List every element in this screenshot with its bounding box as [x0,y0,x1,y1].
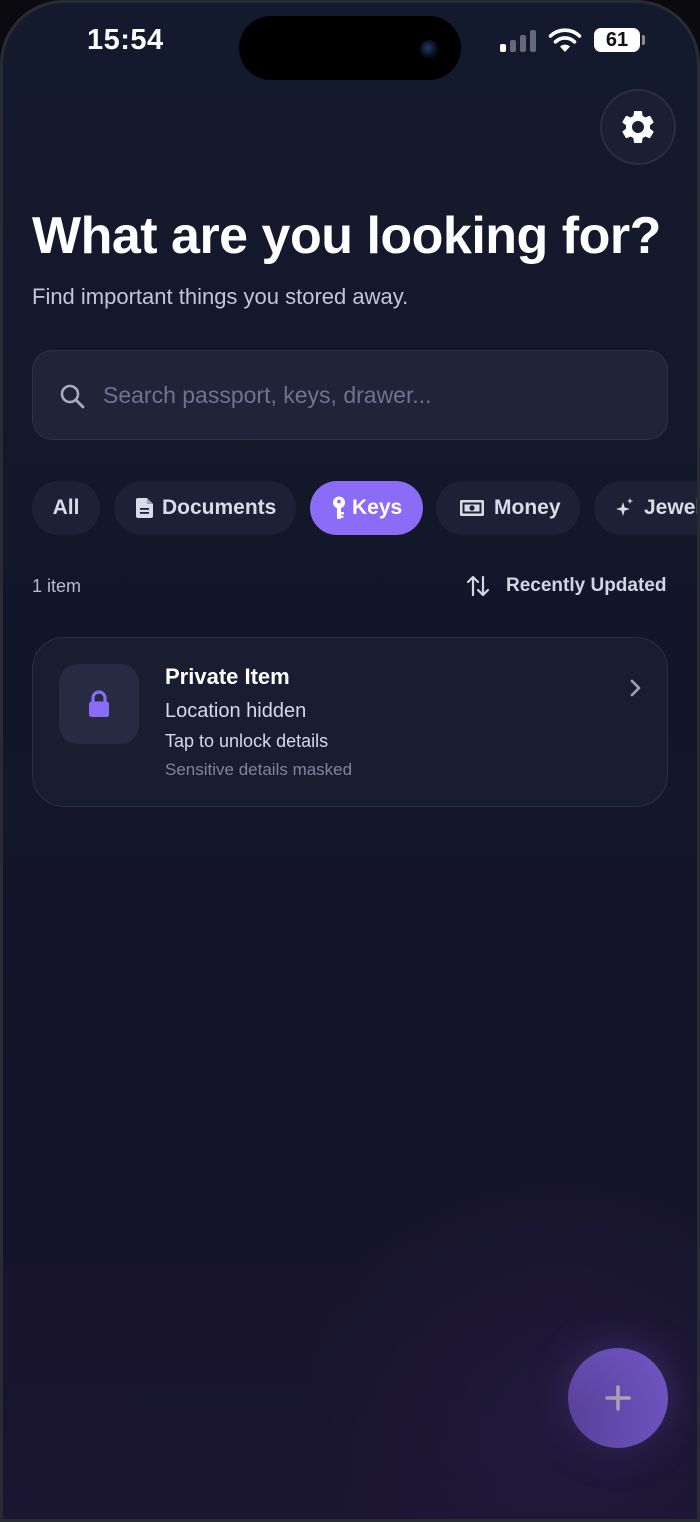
banknote-icon [460,500,484,516]
phone-frame: 15:54 61 What are you looking for? Find … [0,0,700,1522]
filter-chip-money[interactable]: Money [436,481,580,535]
status-bar: 15:54 61 [0,0,700,84]
document-icon [136,498,154,518]
item-privacy-note: Sensitive details masked [165,760,353,779]
item-thumbnail [59,664,139,744]
filter-chip-label: All [52,496,80,519]
cellular-signal-icon [500,30,538,52]
filter-chip-label: Money [494,496,561,519]
category-filter-bar: All Documents Keys Money Jewel [0,481,700,535]
item-card[interactable]: Private Item Location hidden Tap to unlo… [32,637,668,807]
page-subtitle: Find important things you stored away. [32,284,409,309]
sort-arrows-icon [466,575,490,597]
key-icon [332,496,346,520]
battery-tip [642,35,645,45]
item-location: Location hidden [165,700,307,722]
result-count: 1 item [32,576,82,596]
item-title: Private Item [165,664,290,689]
front-camera [420,40,438,58]
plus-icon [605,1385,631,1411]
search-icon [60,384,85,409]
app-screen: 15:54 61 What are you looking for? Find … [0,0,700,1522]
filter-chip-all[interactable]: All [32,481,100,535]
sort-button[interactable]: Recently Updated [466,572,666,600]
filter-chip-keys[interactable]: Keys [310,481,423,535]
filter-chip-label: Keys [352,496,403,519]
status-time: 15:54 [87,24,164,56]
filter-chip-jewelry[interactable]: Jewel [594,481,700,535]
filter-chip-label: Jewel [644,496,700,519]
item-unlock-hint: Tap to unlock details [165,731,329,751]
gear-icon [622,110,654,143]
chevron-right-icon [630,679,641,697]
filter-chip-label: Documents [162,496,277,519]
battery-icon: 61 [594,28,640,52]
settings-button[interactable] [602,91,674,163]
search-bar[interactable] [32,350,668,440]
filter-chip-documents[interactable]: Documents [114,481,296,535]
sparkle-icon [616,498,634,518]
lock-icon [89,690,109,717]
sort-label: Recently Updated [506,575,667,596]
add-item-button[interactable] [568,1348,668,1448]
search-input[interactable] [101,351,645,440]
wifi-icon [548,28,582,52]
page-title: What are you looking for? [32,207,661,265]
